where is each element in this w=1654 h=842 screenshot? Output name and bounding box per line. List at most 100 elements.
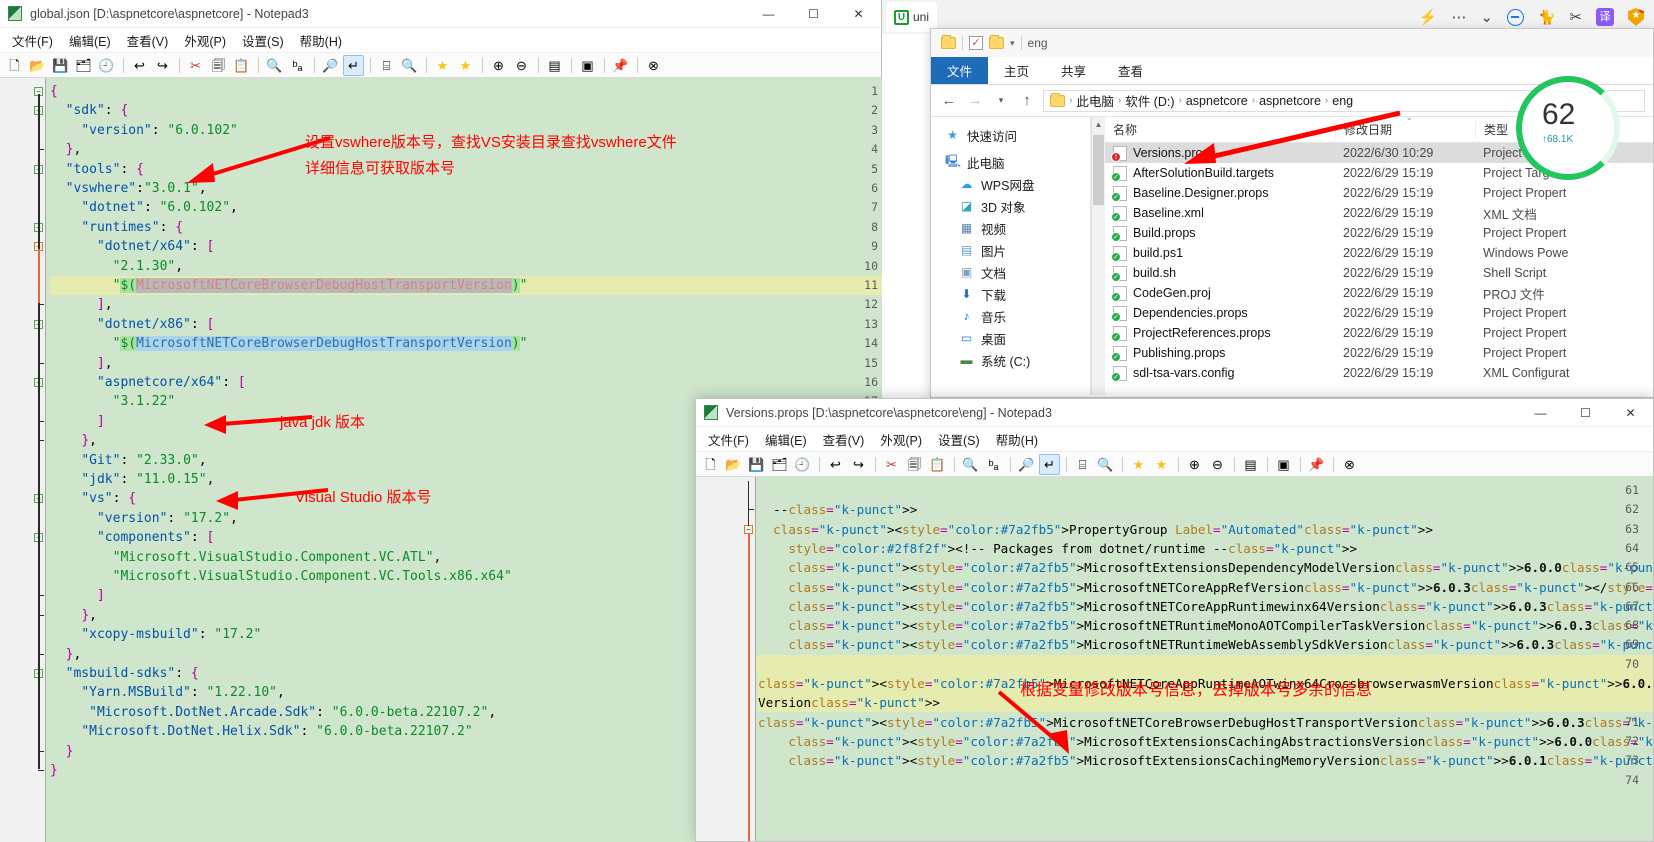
copy-icon[interactable]: 🗐 bbox=[904, 454, 925, 475]
adblock-icon[interactable] bbox=[1507, 9, 1524, 26]
scheme-icon[interactable]: ▤ bbox=[1240, 454, 1261, 475]
nav-item-9[interactable]: ▭桌面 bbox=[945, 328, 1090, 348]
fold-marker[interactable] bbox=[38, 770, 44, 771]
back-arrow-icon[interactable]: ← bbox=[939, 92, 959, 109]
breadcrumb-aspnetcore-1[interactable]: aspnetcore bbox=[1186, 94, 1248, 108]
replace-icon[interactable]: ᵇₐ bbox=[287, 55, 308, 76]
nav-item-6[interactable]: ▣文档 bbox=[945, 262, 1090, 282]
tab-share[interactable]: 共享 bbox=[1045, 57, 1102, 84]
zoom-find-icon[interactable]: 🔎 bbox=[320, 55, 341, 76]
save-as-icon[interactable]: 🗂 bbox=[73, 55, 94, 76]
menu-settings[interactable]: 设置(S) bbox=[931, 428, 987, 451]
zoom-in-icon[interactable]: ⊕ bbox=[488, 55, 509, 76]
file-row[interactable]: ✓Dependencies.props2022/6/29 15:19Projec… bbox=[1105, 303, 1653, 323]
file-row[interactable]: ✓Baseline.Designer.props2022/6/29 15:19P… bbox=[1105, 183, 1653, 203]
navigation-pane[interactable]: ★快速访问🖳此电脑☁WPS网盘◪3D 对象▦视频▤图片▣文档⬇下载♪音乐▭桌面▬… bbox=[931, 117, 1091, 395]
breadcrumb-drive-d[interactable]: 软件 (D:) bbox=[1125, 91, 1174, 110]
indent-icon[interactable]: ⌸ bbox=[376, 55, 397, 76]
word-wrap-icon[interactable]: ↵ bbox=[1039, 454, 1060, 475]
zoom-out-icon[interactable]: ⊖ bbox=[511, 55, 532, 76]
customize-dropdown-icon[interactable]: ▾ bbox=[1010, 38, 1015, 49]
word-wrap-icon[interactable]: ↵ bbox=[343, 55, 364, 76]
tab-home[interactable]: 主页 bbox=[988, 57, 1045, 84]
scheme-icon[interactable]: ▤ bbox=[544, 55, 565, 76]
cut-icon[interactable]: ✂ bbox=[881, 454, 902, 475]
nav-item-0[interactable]: ★快速访问 bbox=[945, 125, 1090, 145]
add-favorite-icon[interactable]: ★ bbox=[1151, 454, 1172, 475]
minimize-button[interactable]: — bbox=[746, 0, 791, 28]
scissors-icon[interactable]: ✂ bbox=[1569, 10, 1582, 25]
recent-dropdown-icon[interactable]: ▾ bbox=[991, 95, 1011, 106]
always-on-top-icon[interactable]: 📌 bbox=[1306, 454, 1327, 475]
file-row[interactable]: ✓Baseline.xml2022/6/29 15:19XML 文档 bbox=[1105, 203, 1653, 223]
find-zoom-icon[interactable]: 🔍 bbox=[1095, 454, 1116, 475]
save-as-icon[interactable]: 🗂 bbox=[769, 454, 790, 475]
nav-item-1[interactable]: 🖳此电脑 bbox=[945, 152, 1090, 172]
cancel-icon[interactable]: ⊗ bbox=[643, 55, 664, 76]
open-folder-icon[interactable]: 📂 bbox=[723, 454, 744, 475]
tab-view[interactable]: 查看 bbox=[1102, 57, 1159, 84]
breadcrumb-eng[interactable]: eng bbox=[1332, 94, 1353, 108]
cancel-icon[interactable]: ⊗ bbox=[1339, 454, 1360, 475]
fold-marker[interactable]: − bbox=[744, 525, 753, 534]
menu-view[interactable]: 查看(V) bbox=[816, 428, 872, 451]
properties-icon[interactable]: ✓ bbox=[969, 36, 983, 50]
nav-item-2[interactable]: ☁WPS网盘 bbox=[945, 174, 1090, 194]
file-row[interactable]: ✓build.ps12022/6/29 15:19Windows Powe bbox=[1105, 243, 1653, 263]
undo-icon[interactable]: ↩ bbox=[129, 55, 150, 76]
chevron-down-icon[interactable]: ⌄ bbox=[1480, 10, 1493, 25]
nav-item-4[interactable]: ▦视频 bbox=[945, 218, 1090, 238]
close-button[interactable]: ✕ bbox=[836, 0, 881, 28]
menu-help[interactable]: 帮助(H) bbox=[989, 428, 1045, 451]
file-row[interactable]: ✓Publishing.props2022/6/29 15:19Project … bbox=[1105, 343, 1653, 363]
find-icon[interactable]: 🔍 bbox=[960, 454, 981, 475]
always-on-top-icon[interactable]: 📌 bbox=[610, 55, 631, 76]
file-row[interactable]: ✓sdl-tsa-vars.config2022/6/29 15:19XML C… bbox=[1105, 363, 1653, 383]
maximize-button[interactable]: ☐ bbox=[1563, 399, 1608, 427]
replace-icon[interactable]: ᵇₐ bbox=[983, 454, 1004, 475]
new-file-icon[interactable]: 🗋 bbox=[700, 454, 721, 475]
translate-icon[interactable]: 译 bbox=[1596, 8, 1614, 26]
shield-icon[interactable]: ★ bbox=[1628, 8, 1644, 26]
breadcrumb-aspnetcore-2[interactable]: aspnetcore bbox=[1259, 94, 1321, 108]
save-icon[interactable]: 💾 bbox=[746, 454, 767, 475]
paste-icon[interactable]: 📋 bbox=[231, 55, 252, 76]
nav-scrollbar[interactable]: ▲ bbox=[1091, 117, 1105, 395]
undo-icon[interactable]: ↩ bbox=[825, 454, 846, 475]
menu-appearance[interactable]: 外观(P) bbox=[873, 428, 929, 451]
menu-view[interactable]: 查看(V) bbox=[120, 29, 176, 52]
nav-item-8[interactable]: ♪音乐 bbox=[945, 306, 1090, 326]
close-button[interactable]: ✕ bbox=[1608, 399, 1653, 427]
zoom-out-icon[interactable]: ⊖ bbox=[1207, 454, 1228, 475]
file-row[interactable]: ✓CodeGen.proj2022/6/29 15:19PROJ 文件 bbox=[1105, 283, 1653, 303]
copy-icon[interactable]: 🗐 bbox=[208, 55, 229, 76]
folder-icon[interactable] bbox=[941, 37, 956, 49]
favorite-icon[interactable]: ★ bbox=[432, 55, 453, 76]
code-editor-versions-props[interactable]: --class="k-punct">> class="k-punct"><sty… bbox=[696, 477, 1653, 841]
menu-file[interactable]: 文件(F) bbox=[5, 29, 60, 52]
console-icon[interactable]: ▣ bbox=[1273, 454, 1294, 475]
find-zoom-icon[interactable]: 🔍 bbox=[399, 55, 420, 76]
scrollbar-thumb[interactable] bbox=[1093, 135, 1104, 205]
cut-icon[interactable]: ✂ bbox=[185, 55, 206, 76]
add-favorite-icon[interactable]: ★ bbox=[455, 55, 476, 76]
file-row[interactable]: ✓build.sh2022/6/29 15:19Shell Script bbox=[1105, 263, 1653, 283]
menu-help[interactable]: 帮助(H) bbox=[293, 29, 349, 52]
flash-icon[interactable]: ⚡ bbox=[1419, 10, 1438, 25]
menu-file[interactable]: 文件(F) bbox=[701, 428, 756, 451]
menu-settings[interactable]: 设置(S) bbox=[235, 29, 291, 52]
forward-arrow-icon[interactable]: → bbox=[965, 92, 985, 109]
menu-edit[interactable]: 编辑(E) bbox=[62, 29, 118, 52]
file-row[interactable]: ✓Build.props2022/6/29 15:19Project Prope… bbox=[1105, 223, 1653, 243]
open-folder-icon[interactable]: 📂 bbox=[27, 55, 48, 76]
breadcrumb-this-pc[interactable]: 此电脑 bbox=[1076, 91, 1114, 110]
menu-appearance[interactable]: 外观(P) bbox=[177, 29, 233, 52]
minimize-button[interactable]: — bbox=[1518, 399, 1563, 427]
file-row[interactable]: ✓ProjectReferences.props2022/6/29 15:19P… bbox=[1105, 323, 1653, 343]
redo-icon[interactable]: ↪ bbox=[848, 454, 869, 475]
more-icon[interactable]: ⋯ bbox=[1451, 10, 1466, 25]
up-arrow-icon[interactable]: ↑ bbox=[1017, 92, 1037, 109]
zoom-find-icon[interactable]: 🔎 bbox=[1016, 454, 1037, 475]
zoom-in-icon[interactable]: ⊕ bbox=[1184, 454, 1205, 475]
code-text-area[interactable]: --class="k-punct">> class="k-punct"><sty… bbox=[756, 477, 1653, 841]
